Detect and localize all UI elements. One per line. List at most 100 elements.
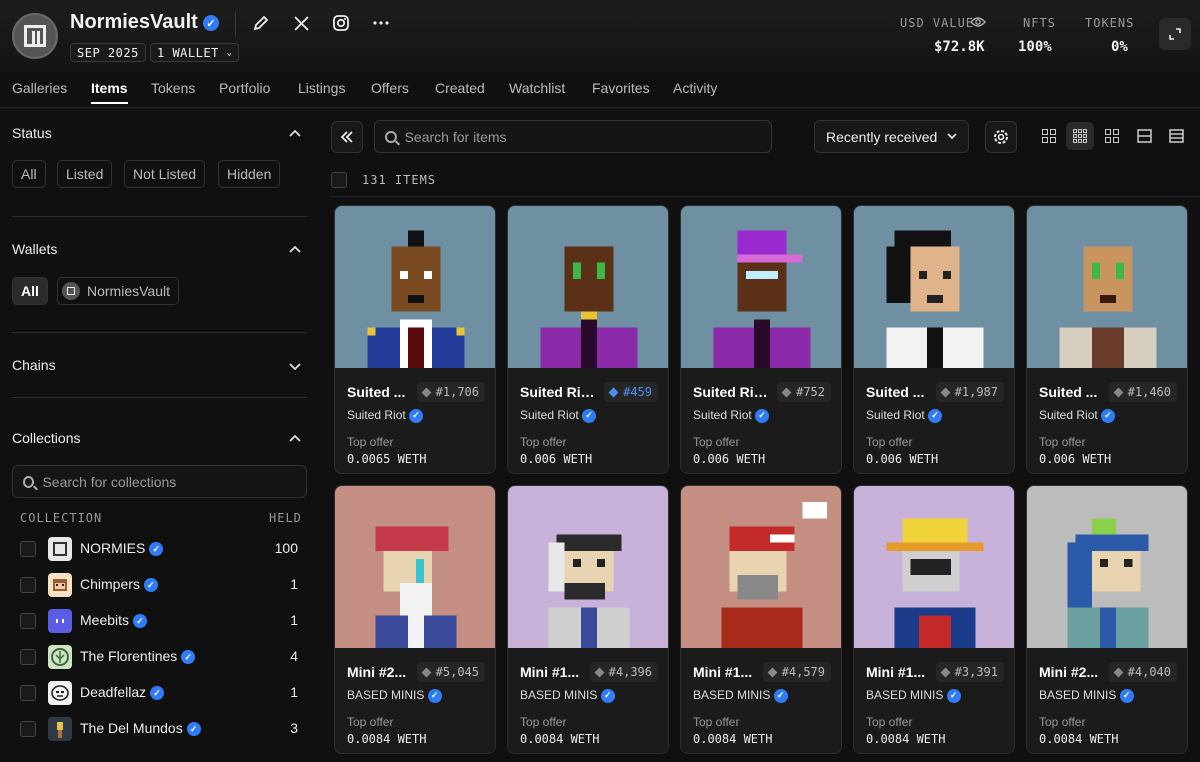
status-hidden-filter[interactable]: Hidden — [218, 160, 281, 188]
nft-card[interactable]: Suited Rio... #459 Suited Riot ✓ Top off… — [507, 205, 669, 474]
eth-diamond-icon — [421, 387, 432, 397]
collection-held: 100 — [274, 540, 298, 556]
expand-button[interactable] — [1159, 18, 1191, 50]
tab-watchlist[interactable]: Watchlist — [509, 80, 565, 96]
tab-created[interactable]: Created — [435, 80, 485, 96]
item-search-input[interactable] — [404, 128, 771, 145]
nft-card[interactable]: Suited ... #1,460 Suited Riot ✓ Top offe… — [1026, 205, 1188, 474]
status-listed-filter[interactable]: Listed — [57, 160, 113, 188]
status-all-filter[interactable]: All — [12, 160, 46, 188]
instagram-icon[interactable] — [330, 12, 352, 34]
tab-tokens[interactable]: Tokens — [151, 80, 195, 96]
select-all-checkbox[interactable] — [331, 172, 347, 188]
nft-card[interactable]: Mini #1... #4,396 BASED MINIS ✓ Top offe… — [507, 485, 669, 754]
verified-icon: ✓ — [773, 688, 788, 703]
x-twitter-icon[interactable] — [290, 12, 312, 34]
chevron-down-icon — [947, 133, 957, 140]
token-id: #752 — [777, 382, 831, 402]
normies-logo-icon — [62, 282, 80, 300]
nft-card[interactable]: Mini #1... #3,391 BASED MINIS ✓ Top offe… — [853, 485, 1015, 754]
eth-diamond-icon — [767, 667, 778, 677]
wallet-dropdown-label: 1 WALLET — [157, 45, 219, 60]
verified-icon: ✓ — [186, 722, 201, 737]
view-mosaic-button[interactable] — [1098, 122, 1126, 150]
eye-icon[interactable] — [968, 12, 988, 32]
collection-name: NORMIES ✓ — [80, 540, 164, 557]
token-id: #5,045 — [416, 662, 485, 682]
nft-card[interactable]: Mini #2... #4,040 BASED MINIS ✓ Top offe… — [1026, 485, 1188, 754]
top-offer-label: Top offer — [520, 715, 567, 729]
chevron-up-icon[interactable] — [288, 242, 302, 256]
view-grid-button[interactable] — [1066, 122, 1094, 150]
collection-row-normies[interactable]: NORMIES ✓ 100 — [12, 535, 302, 563]
checkbox[interactable] — [20, 613, 36, 629]
collection-row-del-mundos[interactable]: The Del Mundos ✓ 3 — [12, 715, 302, 743]
collection-search-input[interactable] — [42, 473, 306, 490]
chevron-down-icon: ⌄ — [226, 47, 233, 58]
filter-sidebar: Status All Listed Not Listed Hidden Wall… — [0, 108, 320, 762]
card-title: Mini #1... — [520, 664, 580, 680]
nft-card[interactable]: Suited ... #1,987 Suited Riot ✓ Top offe… — [853, 205, 1015, 474]
nft-card[interactable]: Suited ... #1,706 Suited Riot ✓ Top offe… — [334, 205, 496, 474]
items-panel: Recently received 131 ITEMS Suite — [320, 108, 1200, 762]
checkbox[interactable] — [20, 685, 36, 701]
checkbox[interactable] — [20, 577, 36, 593]
status-not-listed-filter[interactable]: Not Listed — [124, 160, 206, 188]
collection-row-meebits[interactable]: Meebits ✓ 1 — [12, 607, 302, 635]
card-collection: Suited Riot ✓ — [1039, 408, 1116, 423]
view-list-button[interactable] — [1130, 122, 1158, 150]
sort-dropdown[interactable]: Recently received — [814, 120, 969, 153]
tab-galleries[interactable]: Galleries — [12, 80, 67, 96]
checkbox[interactable] — [20, 541, 36, 557]
collection-row-florentines[interactable]: The Florentines ✓ 4 — [12, 643, 302, 671]
normies-logo-icon — [48, 537, 72, 561]
edit-pencil-icon[interactable] — [250, 12, 272, 34]
vault-avatar[interactable] — [12, 13, 58, 59]
card-title: Suited ... — [347, 384, 406, 400]
chevron-up-icon[interactable] — [288, 431, 302, 445]
divider — [12, 216, 307, 217]
view-large-grid-button[interactable] — [1035, 122, 1063, 150]
checkbox[interactable] — [20, 721, 36, 737]
nft-card[interactable]: Mini #2... #5,045 BASED MINIS ✓ Top offe… — [334, 485, 496, 754]
normies-logo-icon — [24, 25, 46, 47]
view-table-button[interactable] — [1162, 122, 1190, 150]
tab-portfolio[interactable]: Portfolio — [219, 80, 270, 96]
more-options-icon[interactable] — [370, 12, 392, 34]
collapse-sidebar-button[interactable] — [331, 121, 363, 153]
chevron-down-icon[interactable] — [288, 359, 302, 373]
card-title: Suited Rio... — [520, 384, 600, 400]
divider — [12, 332, 307, 333]
del-mundos-logo-icon — [48, 717, 72, 741]
top-offer-label: Top offer — [866, 715, 913, 729]
wallet-normiesvault-filter[interactable]: NormiesVault — [57, 277, 179, 305]
collection-row-deadfellaz[interactable]: Deadfellaz ✓ 1 — [12, 679, 302, 707]
top-offer-value: 0.0084 WETH — [866, 732, 946, 746]
item-count: 131 ITEMS — [362, 173, 437, 187]
eth-diamond-icon — [594, 667, 605, 677]
tab-activity[interactable]: Activity — [673, 80, 717, 96]
tab-listings[interactable]: Listings — [298, 80, 345, 96]
collection-row-chimpers[interactable]: Chimpers ✓ 1 — [12, 571, 302, 599]
settings-button[interactable] — [985, 121, 1017, 153]
verified-icon: ✓ — [409, 408, 424, 423]
grid-large-icon — [1042, 129, 1056, 143]
deadfellaz-logo-icon — [48, 681, 72, 705]
token-id: #459 — [604, 382, 658, 402]
nft-card[interactable]: Suited Rio... #752 Suited Riot ✓ Top off… — [680, 205, 842, 474]
collection-held: 1 — [290, 612, 298, 628]
chevron-up-icon[interactable] — [288, 126, 302, 140]
collection-search[interactable] — [12, 465, 307, 498]
tab-offers[interactable]: Offers — [371, 80, 409, 96]
item-search[interactable] — [374, 120, 772, 153]
tab-items[interactable]: Items — [91, 80, 128, 104]
collection-held: 3 — [290, 720, 298, 736]
wallet-dropdown[interactable]: 1 WALLET ⌄ — [150, 43, 240, 62]
top-offer-value: 0.006 WETH — [1039, 452, 1112, 466]
tab-favorites[interactable]: Favorites — [592, 80, 650, 96]
checkbox[interactable] — [20, 649, 36, 665]
nft-card[interactable]: Mini #1... #4,579 BASED MINIS ✓ Top offe… — [680, 485, 842, 754]
wallet-all-filter[interactable]: All — [12, 277, 48, 305]
collections-section-title: Collections — [12, 430, 81, 446]
wallet-name: NormiesVault — [87, 283, 170, 299]
